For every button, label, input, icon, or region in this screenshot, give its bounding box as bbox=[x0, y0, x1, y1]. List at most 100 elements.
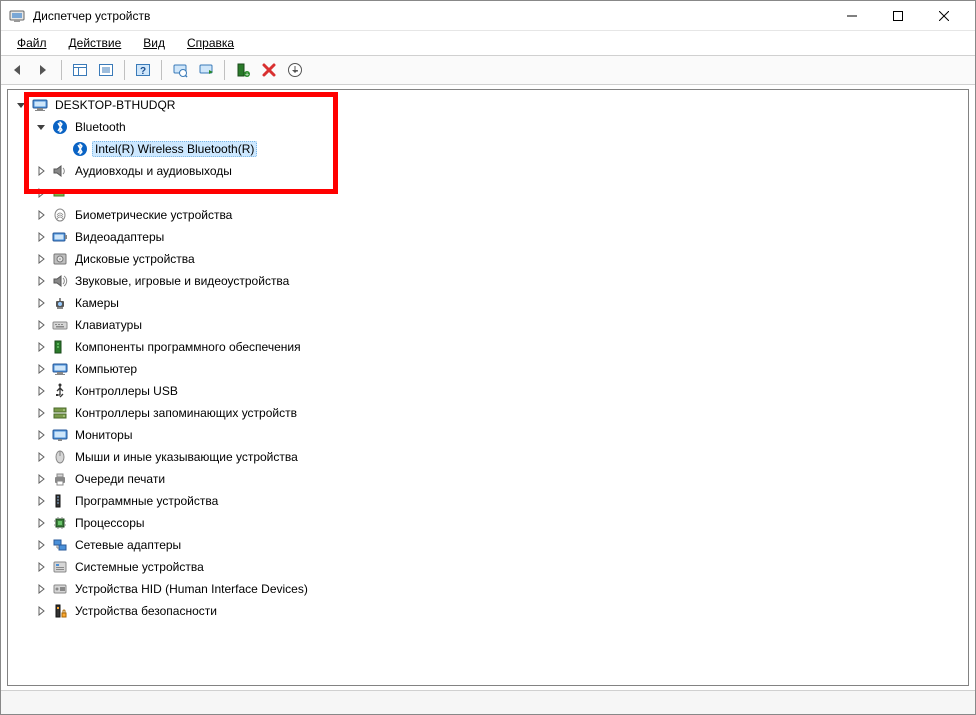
chevron-right-icon[interactable] bbox=[34, 472, 48, 486]
audio-icon bbox=[52, 273, 68, 289]
chevron-right-icon[interactable] bbox=[34, 582, 48, 596]
titlebar: Диспетчер устройств bbox=[1, 1, 975, 31]
menu-view[interactable]: Вид bbox=[133, 33, 175, 53]
camera-icon bbox=[52, 295, 68, 311]
menu-file[interactable]: Файл bbox=[7, 33, 57, 53]
mouse-icon bbox=[52, 449, 68, 465]
chevron-right-icon[interactable] bbox=[34, 274, 48, 288]
device-manager-window: Диспетчер устройств Файл Действие Вид Сп… bbox=[0, 0, 976, 715]
forward-button[interactable] bbox=[31, 58, 55, 82]
tree-pane[interactable]: DESKTOP-BTHUDQR BluetoothIntel(R) Wireles… bbox=[7, 89, 969, 686]
network-icon bbox=[52, 537, 68, 553]
svg-text:?: ? bbox=[140, 66, 146, 77]
tree-node[interactable]: Камеры bbox=[8, 292, 968, 314]
chevron-right-icon[interactable] bbox=[34, 604, 48, 618]
chevron-right-icon[interactable] bbox=[34, 186, 48, 200]
tree-node[interactable]: Дисковые устройства bbox=[8, 248, 968, 270]
close-button[interactable] bbox=[921, 1, 967, 31]
tree-node[interactable]: Контроллеры запоминающих устройств bbox=[8, 402, 968, 424]
tree-node[interactable]: Клавиатуры bbox=[8, 314, 968, 336]
tree-leaf[interactable]: Intel(R) Wireless Bluetooth(R) bbox=[8, 138, 968, 160]
app-icon bbox=[9, 8, 25, 24]
device-tree: DESKTOP-BTHUDQR BluetoothIntel(R) Wireles… bbox=[8, 94, 968, 622]
storage-ctrl-icon bbox=[52, 405, 68, 421]
tree-node[interactable] bbox=[8, 182, 968, 204]
chevron-right-icon[interactable] bbox=[34, 296, 48, 310]
biometric-icon bbox=[52, 207, 68, 223]
export-button[interactable] bbox=[94, 58, 118, 82]
tree-node-label: Компоненты программного обеспечения bbox=[72, 339, 304, 355]
chevron-right-icon[interactable] bbox=[34, 494, 48, 508]
tree-node-label: Аудиовходы и аудиовыходы bbox=[72, 163, 235, 179]
tree-node-label: Контроллеры запоминающих устройств bbox=[72, 405, 300, 421]
statusbar bbox=[1, 690, 975, 714]
chevron-right-icon[interactable] bbox=[34, 230, 48, 244]
back-button[interactable] bbox=[5, 58, 29, 82]
tree-node-label: Мыши и иные указывающие устройства bbox=[72, 449, 301, 465]
help-button[interactable]: ? bbox=[131, 58, 155, 82]
tree-node-label: DESKTOP-BTHUDQR bbox=[52, 97, 178, 113]
tree-node-label: Дисковые устройства bbox=[72, 251, 198, 267]
tree-node-label: Системные устройства bbox=[72, 559, 207, 575]
tree-node[interactable]: Контроллеры USB bbox=[8, 380, 968, 402]
chevron-right-icon[interactable] bbox=[34, 406, 48, 420]
chevron-down-icon[interactable] bbox=[34, 120, 48, 134]
tree-node[interactable]: Процессоры bbox=[8, 512, 968, 534]
show-pane-button[interactable] bbox=[68, 58, 92, 82]
chevron-right-icon[interactable] bbox=[34, 208, 48, 222]
tree-node-label: Программные устройства bbox=[72, 493, 221, 509]
tree-node[interactable]: Компоненты программного обеспечения bbox=[8, 336, 968, 358]
tree-node[interactable]: Программные устройства bbox=[8, 490, 968, 512]
bluetooth-icon bbox=[72, 141, 88, 157]
computer-icon bbox=[32, 97, 48, 113]
tree-node-label: Камеры bbox=[72, 295, 122, 311]
tree-node[interactable]: Очереди печати bbox=[8, 468, 968, 490]
chevron-right-icon[interactable] bbox=[34, 362, 48, 376]
chevron-right-icon[interactable] bbox=[34, 428, 48, 442]
tree-node-label: Звуковые, игровые и видеоустройства bbox=[72, 273, 292, 289]
tree-node[interactable]: Системные устройства bbox=[8, 556, 968, 578]
hid-icon bbox=[52, 581, 68, 597]
tree-node[interactable]: Устройства безопасности bbox=[8, 600, 968, 622]
chevron-right-icon[interactable] bbox=[34, 560, 48, 574]
chevron-right-icon[interactable] bbox=[34, 252, 48, 266]
tree-node[interactable]: Устройства HID (Human Interface Devices) bbox=[8, 578, 968, 600]
tree-node[interactable]: Видеоадаптеры bbox=[8, 226, 968, 248]
maximize-button[interactable] bbox=[875, 1, 921, 31]
scan-hardware-button[interactable] bbox=[168, 58, 192, 82]
toolbar-sep bbox=[61, 60, 62, 80]
software-icon bbox=[52, 339, 68, 355]
chevron-right-icon[interactable] bbox=[34, 340, 48, 354]
properties-button[interactable] bbox=[283, 58, 307, 82]
tree-node[interactable]: Компьютер bbox=[8, 358, 968, 380]
tree-node-label: Устройства HID (Human Interface Devices) bbox=[72, 581, 311, 597]
tree-node-label: Компьютер bbox=[72, 361, 140, 377]
toolbar-sep bbox=[161, 60, 162, 80]
menu-action[interactable]: Действие bbox=[59, 33, 132, 53]
tree-node[interactable]: Биометрические устройства bbox=[8, 204, 968, 226]
tree-node-label: Биометрические устройства bbox=[72, 207, 235, 223]
tree-node[interactable]: Bluetooth bbox=[8, 116, 968, 138]
tree-node[interactable]: Мыши и иные указывающие устройства bbox=[8, 446, 968, 468]
chevron-right-icon[interactable] bbox=[34, 538, 48, 552]
chevron-right-icon[interactable] bbox=[34, 164, 48, 178]
delete-button[interactable] bbox=[257, 58, 281, 82]
display-adapter-icon bbox=[52, 229, 68, 245]
chevron-right-icon[interactable] bbox=[34, 516, 48, 530]
chevron-right-icon[interactable] bbox=[34, 450, 48, 464]
tree-node-label: Мониторы bbox=[72, 427, 135, 443]
chevron-right-icon[interactable] bbox=[34, 384, 48, 398]
enable-device-button[interactable] bbox=[194, 58, 218, 82]
tree-node[interactable]: Аудиовходы и аудиовыходы bbox=[8, 160, 968, 182]
svg-text:+: + bbox=[245, 72, 249, 79]
tree-node[interactable]: Звуковые, игровые и видеоустройства bbox=[8, 270, 968, 292]
install-legacy-button[interactable]: + bbox=[231, 58, 255, 82]
chevron-down-icon[interactable] bbox=[14, 98, 28, 112]
menu-help[interactable]: Справка bbox=[177, 33, 244, 53]
tree-node[interactable]: Сетевые адаптеры bbox=[8, 534, 968, 556]
minimize-button[interactable] bbox=[829, 1, 875, 31]
chevron-right-icon[interactable] bbox=[34, 318, 48, 332]
tree-node[interactable]: Мониторы bbox=[8, 424, 968, 446]
tree-root-node[interactable]: DESKTOP-BTHUDQR bbox=[8, 94, 968, 116]
toolbar: ? + bbox=[1, 55, 975, 85]
